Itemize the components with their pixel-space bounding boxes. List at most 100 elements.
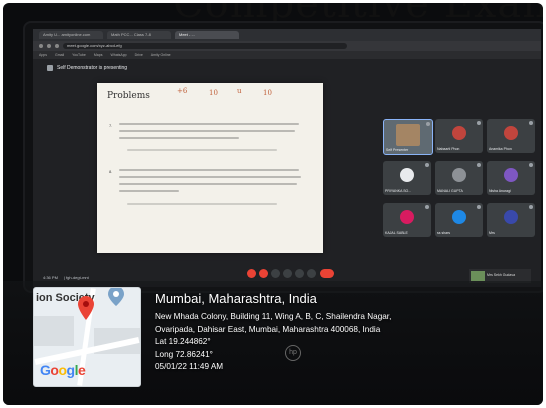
mic-status-icon <box>529 121 533 125</box>
meeting-time: 4:36 PM <box>43 275 58 280</box>
text-line <box>119 176 301 178</box>
participant-name: PRIYANKA SO... <box>385 189 412 193</box>
self-video <box>396 124 420 146</box>
browser-tab[interactable]: Amity U... amityonline.com <box>39 31 103 39</box>
ink-mark: 10 <box>209 89 218 97</box>
participant-name: Nabaarti Phon <box>437 147 460 151</box>
participant-tile[interactable]: Anamika Phon <box>487 119 535 153</box>
present-icon <box>47 65 53 71</box>
mic-status-icon <box>477 205 481 209</box>
forward-icon[interactable] <box>47 44 51 48</box>
google-letter: G <box>40 362 51 378</box>
photo-frame: Competitive Exam Amity U... amityonline.… <box>3 3 543 405</box>
avatar <box>504 126 518 140</box>
bookmark-item[interactable]: WhatsApp <box>110 53 126 57</box>
url-input[interactable]: meet.google.com/xyz-abcd-efg <box>63 43 347 49</box>
participant-tile[interactable]: MANALI GUPTA <box>435 161 483 195</box>
text-line <box>119 169 299 171</box>
more-options-button[interactable] <box>307 269 316 278</box>
timestamp: 05/01/22 11:49 AM <box>155 362 224 372</box>
browser-tab-strip: Amity U... amityonline.com Math PCC... C… <box>33 29 541 41</box>
camera-off-button[interactable] <box>259 269 268 278</box>
participant-name: Nisha Anuragi <box>489 189 511 193</box>
address-line: Ovaripada, Dahisar East, Mumbai, Maharas… <box>155 324 381 334</box>
participant-tile[interactable]: Nisha Anuragi <box>487 161 535 195</box>
google-letter: o <box>58 362 67 378</box>
reload-icon[interactable] <box>55 44 59 48</box>
participant-tile[interactable]: Mrs <box>487 203 535 237</box>
participant-name: ss shars <box>437 231 451 235</box>
participant-name: Mrs <box>489 231 495 235</box>
avatar <box>452 210 466 224</box>
location-info: Mumbai, Maharashtra, India New Mhada Col… <box>155 291 391 374</box>
address-line: New Mhada Colony, Building 11, Wing A, B… <box>155 312 392 321</box>
avatar <box>400 168 414 182</box>
participant-tile[interactable]: Nabaarti Phon <box>435 119 483 153</box>
participant-name: Self Presenter <box>386 148 409 152</box>
location-pin-icon <box>78 296 94 320</box>
google-letter: g <box>66 362 76 378</box>
google-letter: e <box>77 362 86 378</box>
paper-title: Problems <box>107 91 150 101</box>
monitor: Amity U... amityonline.com Math PCC... C… <box>23 21 543 293</box>
place-marker-icon <box>108 288 124 306</box>
present-button[interactable] <box>283 269 292 278</box>
bookmark-item[interactable]: YouTube <box>72 53 86 57</box>
text-line <box>119 137 239 139</box>
google-logo: Google <box>40 362 86 378</box>
avatar <box>452 168 466 182</box>
mic-status-icon <box>426 122 430 126</box>
monitor-screen: Amity U... amityonline.com Math PCC... C… <box>33 29 541 287</box>
participant-tile[interactable]: Self Presenter <box>383 119 433 155</box>
participant-name: Anamika Phon <box>489 147 512 151</box>
bookmark-item[interactable]: Drive <box>135 53 143 57</box>
back-icon[interactable] <box>39 44 43 48</box>
participant-tile[interactable]: KAJAL SABLE <box>383 203 431 237</box>
problem-number: 7. <box>109 123 113 128</box>
avatar <box>504 168 518 182</box>
mic-status-icon <box>529 205 533 209</box>
ink-mark: u <box>237 87 242 95</box>
map-block <box>34 316 74 346</box>
shared-paper: Problems +6 10 u 10 7. 8. <box>97 83 323 253</box>
location-map: ion Society Google <box>33 287 141 387</box>
bookmark-item[interactable]: Gmail <box>55 53 64 57</box>
mic-status-icon <box>529 163 533 167</box>
meeting-code: | fgh-degt-mnt <box>63 275 89 280</box>
participant-tile[interactable]: ss shars <box>435 203 483 237</box>
city-name: Mumbai, Maharashtra, India <box>155 291 317 306</box>
presenting-text: Self Demonstrator is presenting <box>57 65 128 71</box>
text-line <box>119 183 297 185</box>
text-line <box>119 190 179 192</box>
bookmarks-bar: Apps Gmail YouTube Maps WhatsApp Drive A… <box>33 51 541 59</box>
leave-call-button[interactable] <box>320 269 334 278</box>
text-line <box>119 123 299 125</box>
problem-number: 8. <box>109 169 113 174</box>
latitude: Lat 19.244862° <box>155 337 211 347</box>
bookmark-item[interactable]: Amity Online <box>151 53 171 57</box>
presenting-banner: Self Demonstrator is presenting <box>47 65 127 71</box>
mic-off-button[interactable] <box>247 269 256 278</box>
avatar <box>452 126 466 140</box>
ink-mark: +6 <box>177 87 188 95</box>
participant-thumbnail <box>471 271 485 281</box>
meeting-details: 4:36 PM | fgh-degt-mnt <box>43 275 89 280</box>
ink-mark: 10 <box>263 89 272 97</box>
captions-button[interactable] <box>271 269 280 278</box>
mic-status-icon <box>425 163 429 167</box>
bookmark-item[interactable]: Maps <box>94 53 103 57</box>
mic-status-icon <box>425 205 429 209</box>
avatar <box>400 210 414 224</box>
bookmark-item[interactable]: Apps <box>39 53 47 57</box>
participant-name: KAJAL SABLE <box>385 231 408 235</box>
browser-tab-active[interactable]: Meet - ... <box>175 31 239 39</box>
options-line <box>127 149 277 151</box>
raise-hand-button[interactable] <box>295 269 304 278</box>
text-line <box>119 130 295 132</box>
participant-tile[interactable]: PRIYANKA SO... <box>383 161 431 195</box>
browser-tab[interactable]: Math PCC... Class 7-8 <box>107 31 171 39</box>
longitude: Long 72.86241° <box>155 349 213 359</box>
pinned-participant-name: Mrs Sekh Gudava <box>487 273 516 277</box>
hp-logo-icon: hp <box>285 345 301 361</box>
avatar <box>504 210 518 224</box>
